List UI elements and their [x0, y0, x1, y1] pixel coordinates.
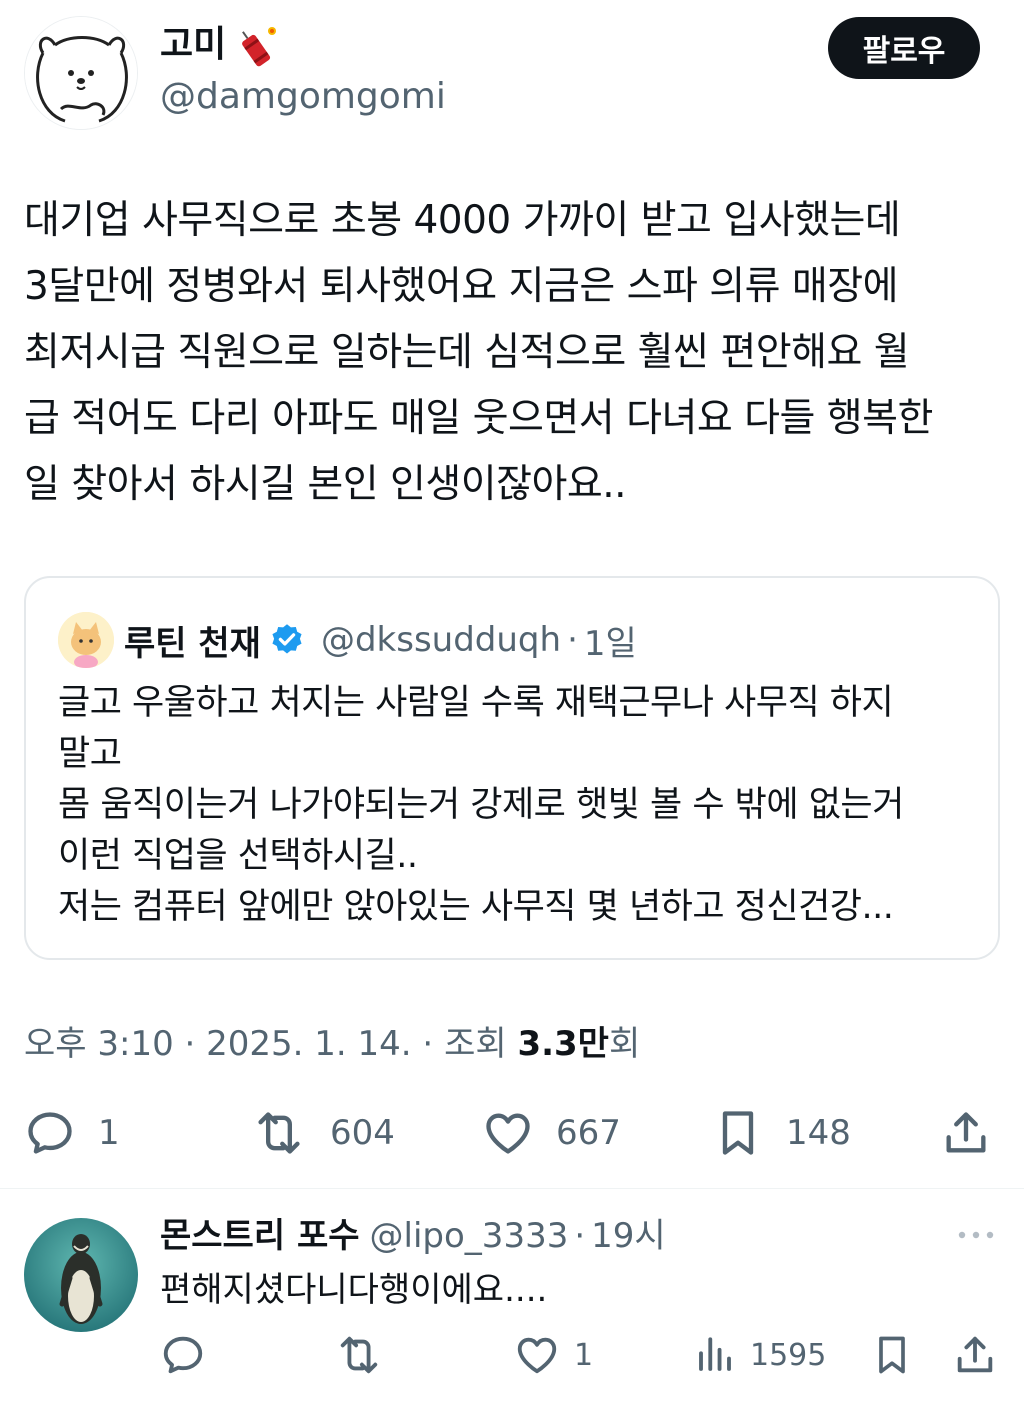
- reply-text: 편해지셨다니다행이에요....: [160, 1270, 548, 1310]
- tweet-header: 고미 @damgomgomi 팔로우: [0, 0, 1024, 150]
- quoted-author-avatar[interactable]: [58, 612, 114, 668]
- views-count[interactable]: 3.3만: [517, 1024, 609, 1064]
- bookmark-button[interactable]: 148: [712, 1100, 851, 1166]
- quote-line: 글고 우울하고 처지는 사람일 수록 재택근무나 사무직 하지: [58, 683, 894, 723]
- divider: [0, 1188, 1024, 1189]
- author-handle[interactable]: @damgomgomi: [160, 72, 446, 122]
- follow-button[interactable]: 팔로우: [828, 17, 980, 79]
- quoted-author-handle[interactable]: @dkssudduqh: [321, 620, 561, 660]
- reply-time[interactable]: 19시: [591, 1210, 666, 1262]
- tweet-line: 급 적어도 다리 아파도 매일 웃으면서 다녀요 다들 행복한: [24, 396, 933, 441]
- tweet-line: 일 찾아서 하시길 본인 인생이잖아요..: [24, 462, 627, 507]
- repost-button[interactable]: 604: [250, 1100, 395, 1166]
- tweet-time[interactable]: 오후 3:10: [24, 1024, 174, 1064]
- penguin-avatar-icon: [24, 1218, 138, 1332]
- reply-author-name[interactable]: 몬스트리 포수: [160, 1210, 360, 1262]
- more-options-icon[interactable]: [956, 1220, 996, 1250]
- reply-author-handle[interactable]: @lipo_3333: [370, 1210, 569, 1262]
- repost-count: 604: [330, 1113, 395, 1153]
- like-count: 667: [556, 1113, 621, 1153]
- heart-icon: [486, 1113, 530, 1154]
- tweet-actions-bar: 1 604 667 148: [0, 1100, 1024, 1166]
- bookmark-icon: [722, 1111, 754, 1155]
- reply-reply-button[interactable]: [160, 1330, 206, 1380]
- verified-badge-icon: [272, 624, 302, 654]
- reply-share-button[interactable]: [952, 1330, 998, 1380]
- separator-dot: ·: [173, 1024, 207, 1064]
- tweet-line: 최저시급 직원으로 일하는데 심적으로 훨씬 편안해요 월: [24, 330, 910, 375]
- tweet-line: 대기업 사무직으로 초봉 4000 가까이 받고 입사했는데: [24, 198, 901, 243]
- bear-avatar-icon: [25, 17, 137, 129]
- repost-icon: [258, 1112, 300, 1154]
- separator-dot: ·: [411, 1024, 445, 1064]
- tweet-date[interactable]: 2025. 1. 14.: [206, 1024, 411, 1064]
- quoted-tweet-header: 루틴 천재 @dkssudduqh · 1일: [58, 612, 637, 668]
- reply-author-avatar[interactable]: [24, 1218, 138, 1332]
- reply-icon: [163, 1336, 203, 1374]
- views-suffix: 회: [608, 1024, 641, 1064]
- quote-line: 말고: [58, 734, 122, 774]
- quoted-tweet-time[interactable]: 1일: [584, 616, 637, 665]
- quote-line: 몸 움직이는거 나가야되는거 강제로 햇빛 볼 수 밖에 없는거: [58, 785, 904, 825]
- bookmark-count: 148: [786, 1113, 851, 1153]
- bookmark-icon: [879, 1336, 905, 1374]
- analytics-icon: [699, 1337, 731, 1371]
- quoted-author-name[interactable]: 루틴 천재: [124, 616, 261, 665]
- like-button[interactable]: 667: [482, 1100, 621, 1166]
- share-icon: [946, 1112, 986, 1153]
- quoted-tweet-card[interactable]: 루틴 천재 @dkssudduqh · 1일 글고 우울하고 처지는 사람일 수…: [24, 576, 1000, 960]
- reply-repost-button[interactable]: [334, 1330, 384, 1380]
- reply-icon: [28, 1112, 72, 1154]
- reply-views-button[interactable]: 1595: [694, 1330, 826, 1380]
- author-name-text: 고미: [160, 24, 227, 65]
- reply-tweet[interactable]: 몬스트리 포수 @lipo_3333 · 19시 편해지셨다니다행이에요....…: [0, 1190, 1024, 1405]
- separator-dot: ·: [574, 1216, 586, 1256]
- share-button[interactable]: [940, 1100, 992, 1166]
- tweet-line: 3달만에 정병와서 퇴사했어요 지금은 스파 의류 매장에: [24, 264, 899, 309]
- views-label: 조회: [444, 1024, 518, 1064]
- share-icon: [957, 1336, 993, 1373]
- reply-view-count: 1595: [750, 1337, 827, 1373]
- quote-line: 저는 컴퓨터 앞에만 앉아있는 사무직 몇 년하고 정신건강...: [58, 887, 894, 927]
- separator-dot: ·: [567, 620, 578, 660]
- reply-like-button[interactable]: 1: [514, 1330, 593, 1380]
- cat-avatar-icon: [58, 612, 114, 668]
- reply-like-count: 1: [574, 1337, 594, 1373]
- author-avatar[interactable]: [24, 16, 138, 130]
- reply-count: 1: [98, 1113, 120, 1153]
- reply-header: 몬스트리 포수 @lipo_3333 · 19시: [160, 1210, 666, 1262]
- author-display-name[interactable]: 고미: [160, 20, 280, 70]
- quote-line: 이런 직업을 선택하시길..: [58, 836, 418, 876]
- tweet-text: 대기업 사무직으로 초봉 4000 가까이 받고 입사했는데 3달만에 정병와서…: [24, 188, 1004, 518]
- repost-icon: [340, 1336, 378, 1374]
- reply-button[interactable]: 1: [24, 1100, 120, 1166]
- tweet-meta: 오후 3:10 · 2025. 1. 14. · 조회 3.3만회: [24, 1018, 640, 1070]
- firecracker-icon: [242, 27, 277, 67]
- reply-bookmark-button[interactable]: [870, 1330, 914, 1380]
- heart-icon: [517, 1337, 557, 1374]
- quoted-tweet-text: 글고 우울하고 처지는 사람일 수록 재택근무나 사무직 하지 말고 몸 움직이…: [58, 678, 978, 933]
